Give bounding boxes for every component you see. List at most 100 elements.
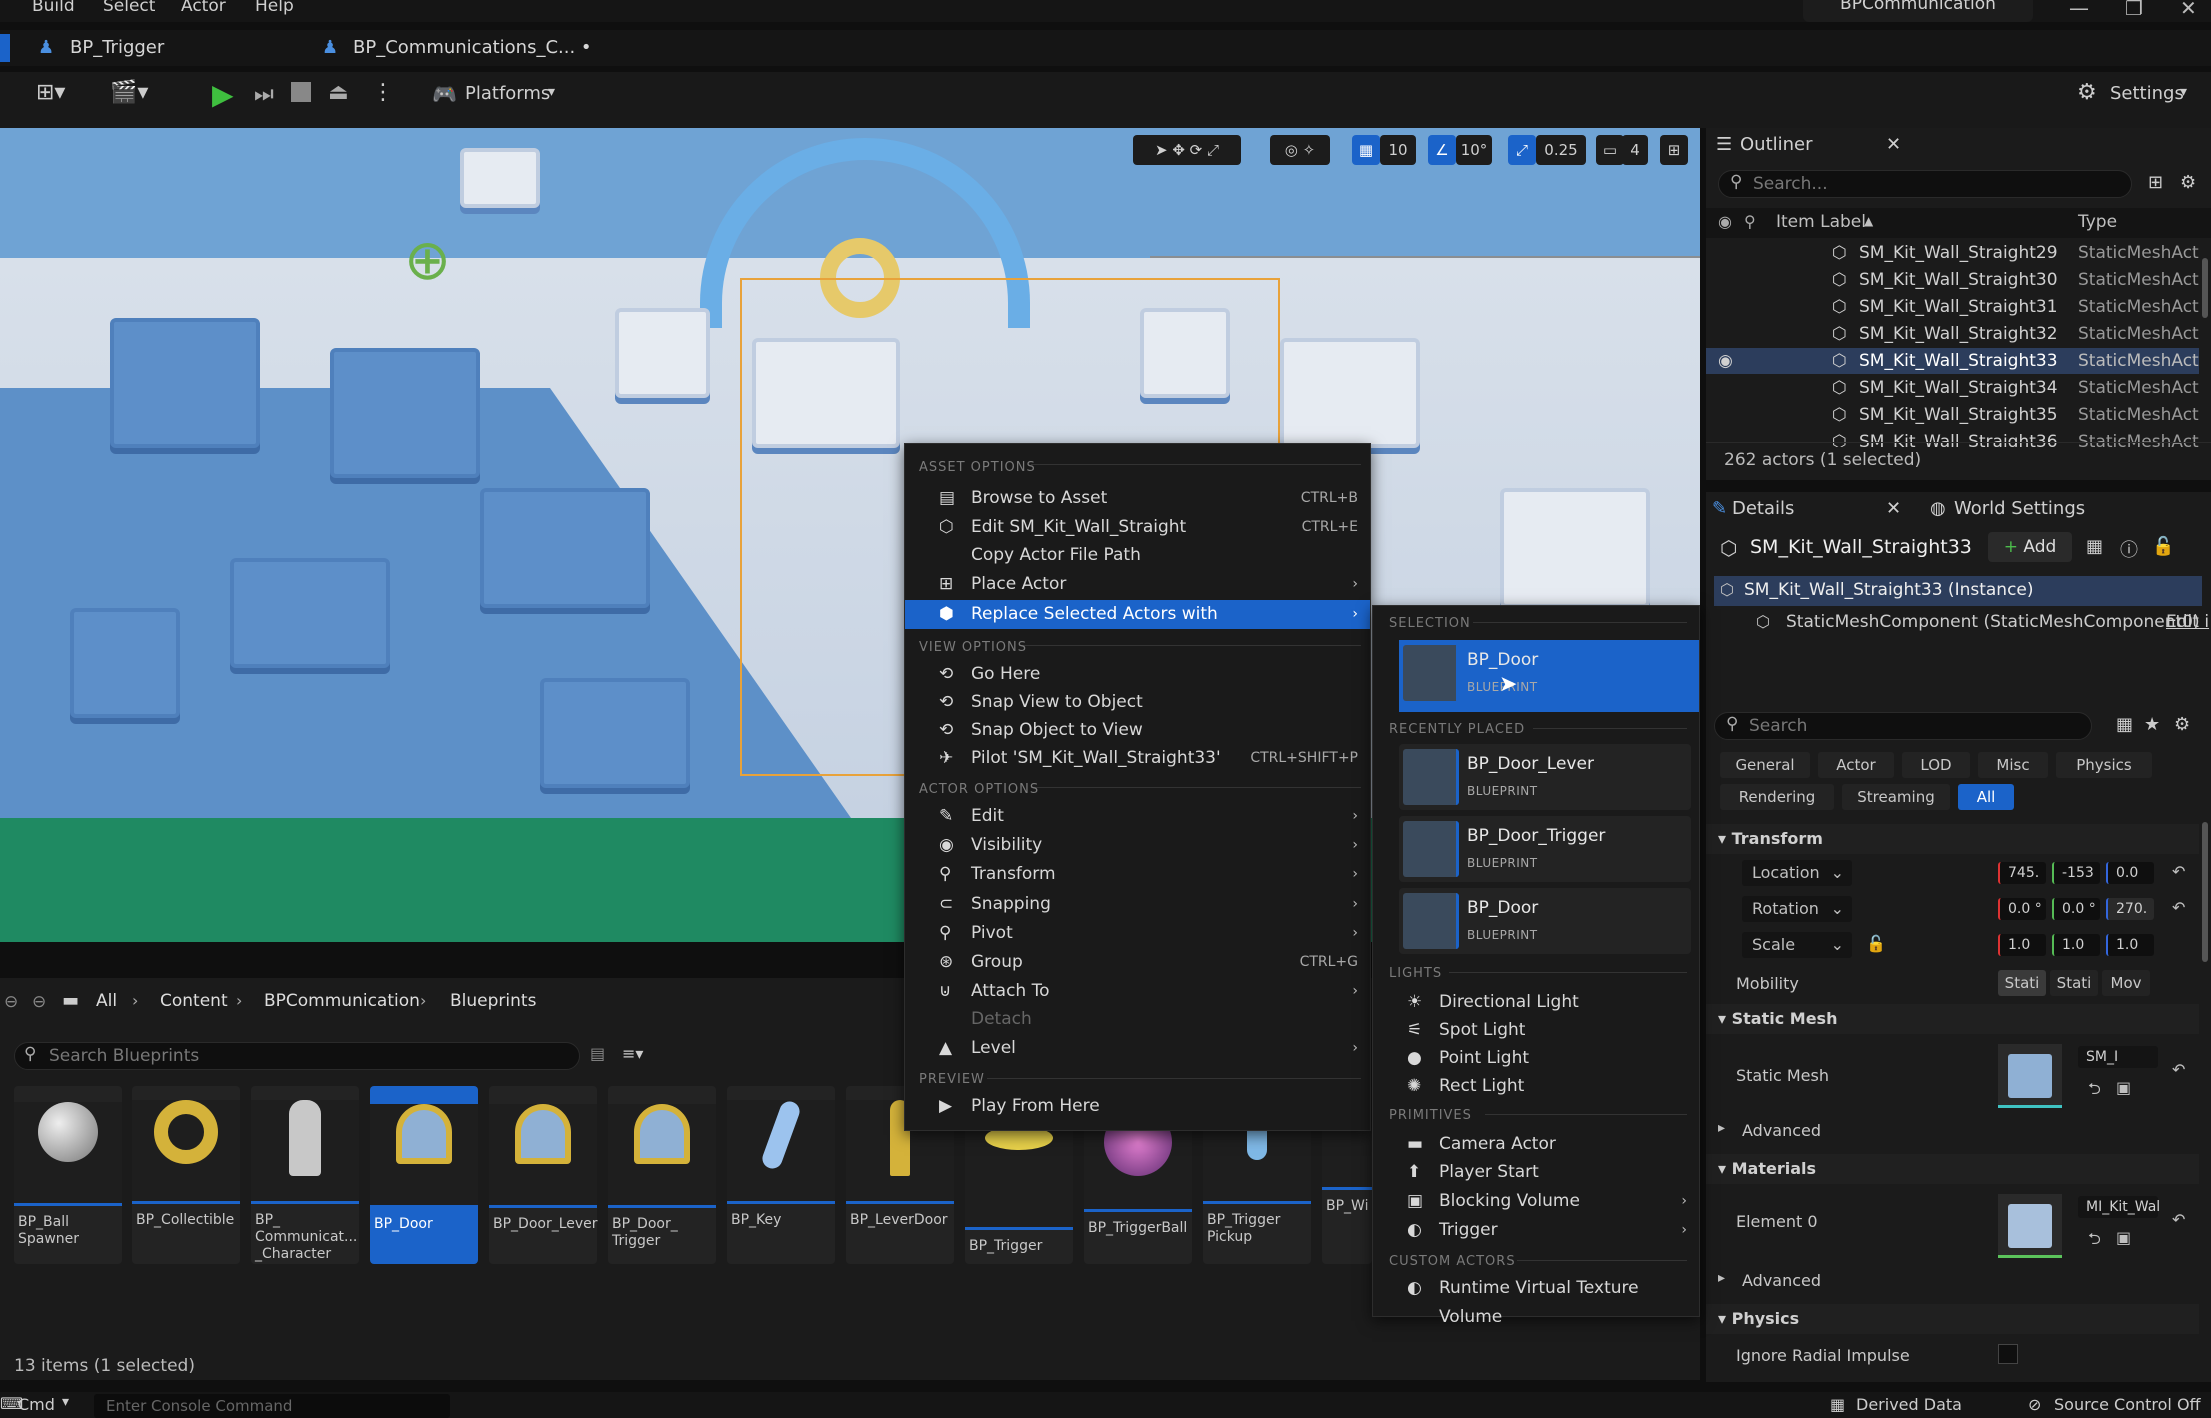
menu-select[interactable]: Select [103, 0, 155, 16]
mobility-stationary[interactable]: Stati [2050, 970, 2098, 996]
gear-icon[interactable]: ⚙ [2174, 714, 2190, 735]
outliner-row[interactable]: ⬡ SM_Kit_Wall_Straight31 StaticMeshAct [1706, 294, 2199, 320]
minimize-icon[interactable]: — [2069, 0, 2089, 20]
scale-snap-icon[interactable]: ⤢ [1508, 135, 1536, 165]
submenu-runtime-virtual-texture-volume[interactable]: ◐ Runtime Virtual Texture Volume [1373, 1274, 1699, 1327]
lock-icon[interactable]: 🔓 [1866, 934, 1886, 953]
submenu-spot-light[interactable]: ⚟ Spot Light [1373, 1016, 1699, 1045]
location-x[interactable]: 745. [1998, 862, 2046, 884]
col-item-label[interactable]: Item Label [1776, 212, 1866, 232]
asset-tile-selected[interactable]: BP_Door [370, 1086, 478, 1264]
table-view-icon[interactable]: ▦ [2116, 714, 2133, 735]
menu-pilot-actor[interactable]: ✈ Pilot 'SM_Kit_Wall_Straight33' CTRL+SHIF… [905, 744, 1370, 773]
breadcrumb-bpcommunication[interactable]: BPCommunication [264, 991, 420, 1011]
section-transform[interactable]: ▾ Transform [1706, 824, 2199, 854]
layout-icon[interactable]: ⊞ [1660, 135, 1688, 165]
outliner-row[interactable]: ⬡ SM_Kit_Wall_Straight35 StaticMeshAct [1706, 402, 2199, 428]
actor-name[interactable]: SM_Kit_Wall_Straight33 [1750, 536, 1972, 558]
submenu-directional-light[interactable]: ☀ Directional Light [1373, 988, 1699, 1017]
location-y[interactable]: -153 [2052, 862, 2100, 884]
stop-button[interactable] [291, 82, 311, 102]
col-type[interactable]: Type [2078, 212, 2117, 232]
menu-browse-to-asset[interactable]: ▤ Browse to Asset CTRL+B [905, 484, 1370, 513]
filter-misc[interactable]: Misc [1978, 752, 2048, 778]
reset-icon[interactable]: ↶ [2172, 1060, 2185, 1079]
folder-icon[interactable]: ▣ [2116, 1228, 2131, 1247]
outliner-row[interactable]: ⬡ SM_Kit_Wall_Straight29 StaticMeshAct [1706, 240, 2199, 266]
menu-transform[interactable]: ⚲ Transform › [905, 860, 1370, 889]
menu-snapping[interactable]: ⊂ Snapping › [905, 890, 1370, 919]
folder-icon[interactable]: ▣ [2116, 1078, 2131, 1097]
save-search-icon[interactable]: ▤ [590, 1044, 605, 1063]
outliner-row[interactable]: ⬡ SM_Kit_Wall_Straight36 StaticMeshAct [1706, 429, 2199, 447]
target-gizmo-icon[interactable]: ⊕ [404, 228, 451, 293]
menu-visibility[interactable]: ◉ Visibility › [905, 831, 1370, 860]
restore-icon[interactable]: ❐ [2125, 0, 2143, 20]
menu-go-here[interactable]: ⟲ Go Here [905, 660, 1370, 689]
tab-bp-communications[interactable]: BP_Communications_C... • [353, 32, 592, 64]
grid-snap-icon[interactable]: ▦ [1352, 135, 1380, 165]
angle-snap-icon[interactable]: ∠ [1428, 135, 1456, 165]
outliner-row[interactable]: ⬡ SM_Kit_Wall_Straight30 StaticMeshAct [1706, 267, 2199, 293]
static-mesh-dropdown[interactable]: SM_I [2078, 1046, 2158, 1068]
more-options-icon[interactable]: ⋮ [372, 80, 394, 105]
help-icon[interactable]: ⓘ [2120, 536, 2138, 562]
back-icon[interactable]: ⊖ [4, 992, 18, 1012]
add-component-button[interactable]: + Add [1988, 532, 2072, 562]
close-window-icon[interactable]: ✕ [2180, 0, 2197, 20]
advanced-row[interactable]: ▸ Advanced [1706, 1116, 2199, 1146]
rotation-y[interactable]: 0.0 ° [2052, 898, 2100, 920]
mobility-movable[interactable]: Mov [2102, 970, 2150, 996]
mesh-thumbnail[interactable] [1998, 1044, 2062, 1108]
section-static-mesh[interactable]: ▾ Static Mesh [1706, 1004, 2199, 1034]
breadcrumb-content[interactable]: Content [160, 991, 228, 1011]
submenu-rect-light[interactable]: ✺ Rect Light [1373, 1072, 1699, 1101]
menu-pivot[interactable]: ⚲ Pivot › [905, 919, 1370, 948]
ignore-radial-impulse-checkbox[interactable] [1998, 1344, 2018, 1364]
advanced-row[interactable]: ▸ Advanced [1706, 1266, 2199, 1296]
close-icon[interactable]: ✕ [1886, 128, 1901, 162]
platforms-button[interactable]: Platforms [465, 83, 550, 104]
blueprints-search[interactable]: Search Blueprints [14, 1042, 580, 1070]
tab-details[interactable]: Details [1732, 492, 1794, 526]
menu-snap-object-to-view[interactable]: ⟲ Snap Object to View [905, 716, 1370, 745]
submenu-player-start[interactable]: ⬆ Player Start [1373, 1158, 1699, 1187]
outliner-search[interactable]: Search... [1718, 170, 2132, 198]
menu-build[interactable]: Build [32, 0, 75, 16]
scrollbar[interactable] [2202, 822, 2208, 962]
asset-tile[interactable]: BP_Door_ Trigger [608, 1086, 716, 1264]
scale-z[interactable]: 1.0 [2106, 934, 2154, 956]
gear-icon[interactable]: ⚙ [2180, 172, 2196, 193]
submenu-point-light[interactable]: ● Point Light [1373, 1044, 1699, 1073]
grid-size[interactable]: 10 [1380, 135, 1416, 165]
filter-lod[interactable]: LOD [1902, 752, 1970, 778]
filter-physics[interactable]: Physics [2056, 752, 2152, 778]
rotation-dropdown[interactable]: Rotation ⌄ [1742, 896, 1852, 922]
play-button[interactable]: ▶ [212, 78, 234, 111]
location-z[interactable]: 0.0 [2106, 862, 2154, 884]
submenu-trigger[interactable]: ◐ Trigger › [1373, 1216, 1699, 1245]
scale-x[interactable]: 1.0 [1998, 934, 2046, 956]
location-dropdown[interactable]: Location ⌄ [1742, 860, 1852, 886]
menu-actor[interactable]: Actor [181, 0, 226, 16]
filter-all[interactable]: All [1958, 784, 2014, 810]
tab-bp-trigger[interactable]: BP_Trigger [70, 32, 164, 64]
asset-tile[interactable]: BP_ Communicat... _Character [251, 1086, 359, 1264]
details-search[interactable]: Search [1714, 712, 2092, 740]
breadcrumb-blueprints[interactable]: Blueprints [450, 991, 536, 1011]
menu-group[interactable]: ⊛ Group CTRL+G [905, 948, 1370, 977]
cinematics-icon[interactable]: 🎬▾ [110, 80, 148, 105]
blueprint-icon[interactable]: ▦ [2086, 536, 2103, 557]
settings-button[interactable]: Settings [2110, 83, 2184, 104]
eye-icon[interactable]: ◉ [1718, 348, 1733, 374]
submenu-recent-item[interactable]: BP_Door_Trigger BLUEPRINT [1399, 816, 1691, 882]
edit-link[interactable]: Edit i [2166, 612, 2209, 632]
reset-icon[interactable]: ↶ [2172, 1210, 2185, 1229]
filter-general[interactable]: General [1720, 752, 1810, 778]
submenu-recent-item[interactable]: BP_Door BLUEPRINT [1399, 888, 1691, 954]
filter-streaming[interactable]: Streaming [1842, 784, 1950, 810]
scale-y[interactable]: 1.0 [2052, 934, 2100, 956]
angle-size[interactable]: 10° [1456, 135, 1492, 165]
step-button[interactable]: ⏭ [254, 82, 274, 107]
reset-icon[interactable]: ↶ [2172, 862, 2185, 881]
